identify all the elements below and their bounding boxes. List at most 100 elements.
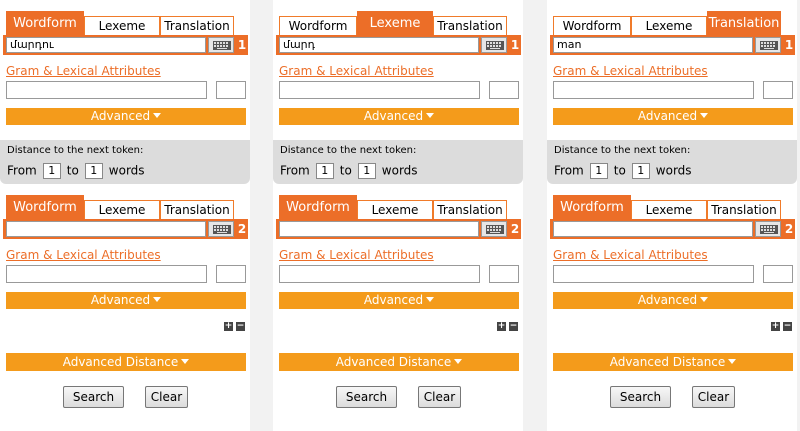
minus-icon[interactable]: −	[509, 322, 518, 331]
distance-to-input[interactable]: 1	[84, 162, 103, 179]
keyboard-icon[interactable]	[208, 37, 234, 53]
minus-icon[interactable]: −	[783, 322, 792, 331]
token-tabs: Wordform Lexeme Translation	[6, 195, 234, 220]
advanced-label: Advanced	[363, 109, 424, 123]
gram-small-input[interactable]	[489, 81, 519, 99]
search-button[interactable]: Search	[610, 386, 671, 408]
tab-wordform[interactable]: Wordform	[279, 16, 357, 36]
clear-button[interactable]: Clear	[145, 386, 188, 408]
tab-translation[interactable]: Translation	[707, 200, 781, 220]
gram-input[interactable]	[6, 265, 207, 283]
advanced-distance-button[interactable]: Advanced Distance	[279, 353, 519, 371]
gram-small-input[interactable]	[489, 265, 519, 283]
keyboard-icon[interactable]	[755, 37, 781, 53]
plus-icon[interactable]: +	[771, 322, 780, 331]
keyboard-icon[interactable]	[481, 221, 507, 237]
tab-wordform[interactable]: Wordform	[6, 195, 84, 220]
tab-wordform[interactable]: Wordform	[6, 11, 84, 36]
keyboard-icon[interactable]	[481, 37, 507, 53]
tab-wordform[interactable]: Wordform	[279, 195, 357, 220]
clear-button[interactable]: Clear	[692, 386, 735, 408]
tab-translation[interactable]: Translation	[433, 16, 507, 36]
tab-lexeme[interactable]: Lexeme	[631, 16, 707, 36]
plus-icon[interactable]: +	[497, 322, 506, 331]
tab-lexeme[interactable]: Lexeme	[84, 16, 160, 36]
gram-attributes-link[interactable]: Gram & Lexical Attributes	[6, 248, 161, 262]
distance-to-input[interactable]: 1	[357, 162, 376, 179]
token-tabs: Wordform Lexeme Translation	[553, 195, 781, 220]
advanced-distance-button[interactable]: Advanced Distance	[553, 353, 793, 371]
distance-from-input[interactable]: 1	[589, 162, 608, 179]
distance-section: Distance to the next token: From 1 to 1 word…	[547, 140, 797, 184]
wordform-input-row: 2	[276, 219, 521, 239]
distance-from-input[interactable]: 1	[315, 162, 334, 179]
from-label: From	[280, 163, 310, 178]
tab-translation[interactable]: Translation	[160, 200, 234, 220]
triangle-down-icon	[426, 113, 435, 118]
wordform-input[interactable]	[279, 221, 479, 237]
search-button[interactable]: Search	[336, 386, 397, 408]
clear-button[interactable]: Clear	[418, 386, 461, 408]
distance-title: Distance to the next token:	[554, 145, 691, 156]
tab-translation[interactable]: Translation	[433, 200, 507, 220]
tab-wordform[interactable]: Wordform	[553, 16, 631, 36]
advanced-button[interactable]: Advanced	[6, 108, 246, 125]
add-remove-token: + −	[771, 322, 793, 331]
tab-lexeme[interactable]: Lexeme	[357, 11, 433, 36]
token-number: 2	[237, 222, 247, 236]
gram-attributes-link[interactable]: Gram & Lexical Attributes	[6, 64, 161, 78]
gram-attributes-link[interactable]: Gram & Lexical Attributes	[279, 64, 434, 78]
gram-attributes-link[interactable]: Gram & Lexical Attributes	[553, 248, 708, 262]
gram-input[interactable]	[279, 265, 480, 283]
search-button[interactable]: Search	[63, 386, 124, 408]
gram-small-input[interactable]	[763, 81, 793, 99]
advanced-button[interactable]: Advanced	[6, 292, 246, 309]
search-panel-2: Wordform Lexeme Translation մարդ 1 Gram …	[273, 0, 523, 431]
tab-lexeme[interactable]: Lexeme	[84, 200, 160, 220]
wordform-input-row: 2	[3, 219, 248, 239]
advanced-label: Advanced	[637, 293, 698, 307]
advanced-distance-button[interactable]: Advanced Distance	[6, 353, 246, 371]
triangle-down-icon	[728, 359, 737, 364]
token-number: 1	[237, 38, 247, 52]
advanced-button[interactable]: Advanced	[553, 292, 793, 309]
wordform-input[interactable]: մարդու	[6, 37, 206, 53]
wordform-input[interactable]	[6, 221, 206, 237]
tab-lexeme[interactable]: Lexeme	[357, 200, 433, 220]
advanced-button[interactable]: Advanced	[553, 108, 793, 125]
advanced-button[interactable]: Advanced	[279, 108, 519, 125]
gram-small-input[interactable]	[216, 81, 246, 99]
distance-from-input[interactable]: 1	[42, 162, 61, 179]
token-number: 1	[510, 38, 520, 52]
minus-icon[interactable]: −	[236, 322, 245, 331]
distance-title: Distance to the next token:	[7, 145, 144, 156]
advanced-button[interactable]: Advanced	[279, 292, 519, 309]
plus-icon[interactable]: +	[224, 322, 233, 331]
translation-input-row: man 1	[550, 35, 795, 55]
tab-wordform[interactable]: Wordform	[553, 195, 631, 220]
gram-input[interactable]	[279, 81, 480, 99]
gram-input[interactable]	[553, 265, 754, 283]
token-tabs: Wordform Lexeme Translation	[553, 11, 781, 36]
translation-input[interactable]: man	[553, 37, 753, 53]
keyboard-icon[interactable]	[208, 221, 234, 237]
wordform-input-row: մարդու 1	[3, 35, 248, 55]
lexeme-input[interactable]: մարդ	[279, 37, 479, 53]
distance-section: Distance to the next token: From 1 to 1 word…	[273, 140, 523, 184]
triangle-down-icon	[153, 297, 162, 302]
gram-small-input[interactable]	[763, 265, 793, 283]
gram-attributes-link[interactable]: Gram & Lexical Attributes	[553, 64, 708, 78]
token-number: 2	[784, 222, 794, 236]
gram-input[interactable]	[6, 81, 207, 99]
tab-translation[interactable]: Translation	[707, 11, 781, 36]
gram-small-input[interactable]	[216, 265, 246, 283]
tab-lexeme[interactable]: Lexeme	[631, 200, 707, 220]
tab-translation[interactable]: Translation	[160, 16, 234, 36]
gram-input[interactable]	[553, 81, 754, 99]
keyboard-icon[interactable]	[755, 221, 781, 237]
distance-to-input[interactable]: 1	[631, 162, 650, 179]
distance-section: Distance to the next token: From 1 to 1 word…	[0, 140, 250, 184]
words-label: words	[655, 163, 692, 178]
gram-attributes-link[interactable]: Gram & Lexical Attributes	[279, 248, 434, 262]
wordform-input[interactable]	[553, 221, 753, 237]
